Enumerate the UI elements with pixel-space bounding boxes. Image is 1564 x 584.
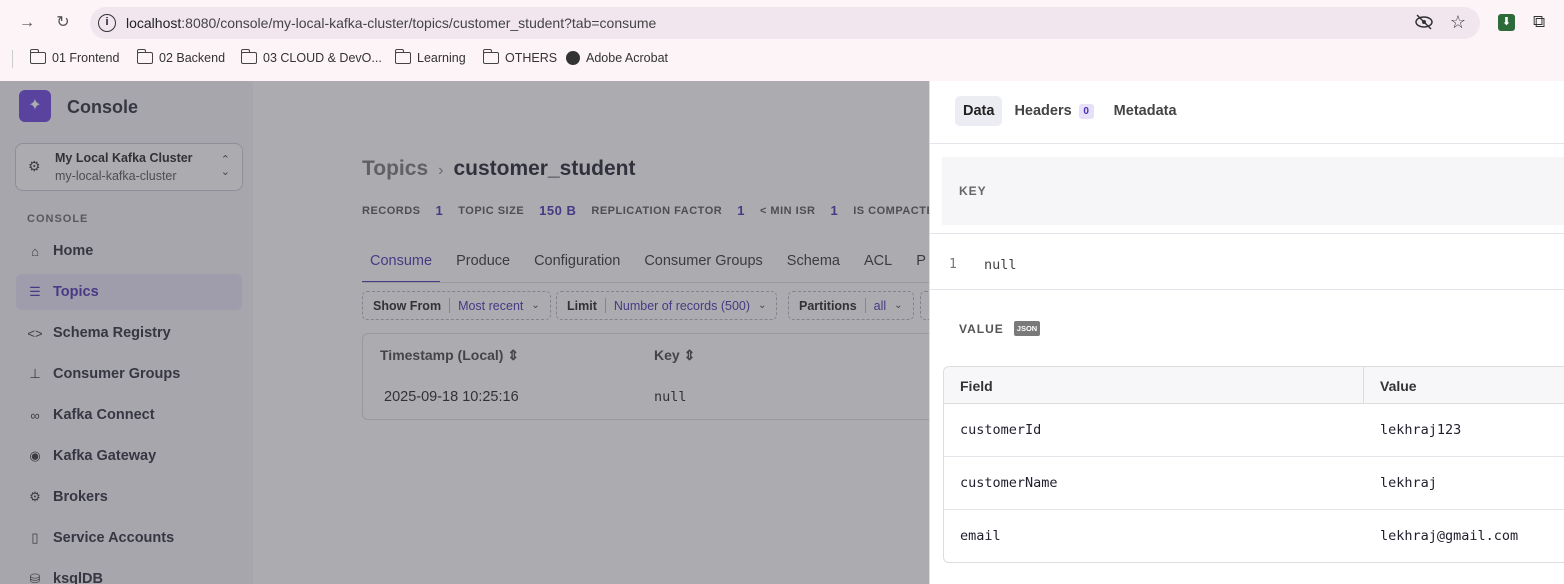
- column-header-field: Field: [960, 378, 993, 394]
- field-value: lekhraj@gmail.com: [1380, 528, 1519, 544]
- site-info-icon[interactable]: i: [98, 14, 116, 32]
- bookmarks-bar: 01 Frontend 02 Backend 03 CLOUD & DevO..…: [0, 48, 1564, 72]
- bookmark-label: Adobe Acrobat: [586, 51, 669, 65]
- extensions-icon[interactable]: ⧉: [1533, 12, 1545, 32]
- download-extension-icon[interactable]: ⬇: [1498, 14, 1515, 31]
- modal-overlay[interactable]: [0, 81, 929, 584]
- tab-metadata[interactable]: Metadata: [1106, 96, 1185, 126]
- bookmark-03-cloud[interactable]: 03 CLOUD & DevO...: [240, 49, 382, 65]
- table-row[interactable]: email lekhraj@gmail.com: [944, 510, 1564, 562]
- table-row[interactable]: customerName lekhraj: [944, 457, 1564, 510]
- bookmarks-divider: [12, 50, 13, 68]
- url-host: localhost: [126, 15, 182, 31]
- record-detail-drawer: Data Headers 0 Metadata KEY 1 null VALUE J…: [929, 81, 1564, 584]
- bookmark-label: 03 CLOUD & DevO...: [263, 51, 382, 65]
- bookmark-adobe-acrobat[interactable]: Adobe Acrobat: [566, 51, 668, 65]
- url-text[interactable]: localhost:8080/console/my-local-kafka-cl…: [126, 15, 656, 31]
- divider: [930, 143, 1564, 144]
- folder-icon: [240, 49, 257, 64]
- value-label: VALUE JSON: [959, 321, 1041, 336]
- tab-headers[interactable]: Headers 0: [1006, 96, 1101, 126]
- field-name: customerName: [960, 475, 1058, 491]
- key-value[interactable]: null: [984, 257, 1017, 273]
- bookmark-others[interactable]: OTHERS: [482, 49, 558, 65]
- key-section: KEY: [942, 157, 1564, 225]
- browser-toolbar: → ↻ i localhost:8080/console/my-local-ka…: [0, 0, 1564, 81]
- field-value: lekhraj123: [1380, 422, 1462, 438]
- bookmark-label: Learning: [417, 51, 466, 65]
- key-label: KEY: [959, 184, 987, 198]
- value-table: Field Value customerId lekhraj123 custom…: [943, 366, 1564, 563]
- bookmark-learning[interactable]: Learning: [394, 49, 466, 65]
- table-row[interactable]: customerId lekhraj123: [944, 404, 1564, 457]
- folder-icon: [394, 49, 411, 64]
- eye-off-icon[interactable]: [1414, 14, 1434, 32]
- folder-icon: [136, 49, 153, 64]
- field-value: lekhraj: [1380, 475, 1437, 491]
- folder-icon: [482, 49, 499, 64]
- divider: [930, 233, 1564, 234]
- globe-icon: [566, 51, 580, 65]
- bookmark-label: OTHERS: [505, 51, 558, 65]
- json-format-badge: JSON: [1013, 321, 1041, 336]
- headers-count-badge: 0: [1078, 103, 1094, 119]
- bookmark-label: 01 Frontend: [52, 51, 120, 65]
- forward-icon[interactable]: →: [16, 12, 38, 34]
- app: ✦ Console ⚙ My Local Kafka Cluster my-lo…: [0, 81, 1564, 584]
- bookmark-01-frontend[interactable]: 01 Frontend: [29, 49, 120, 65]
- value-table-header: Field Value: [944, 367, 1564, 404]
- divider: [930, 289, 1564, 290]
- field-name: email: [960, 528, 1001, 544]
- folder-icon: [29, 49, 46, 64]
- url-path: :8080/console/my-local-kafka-cluster/top…: [181, 15, 657, 31]
- tab-data[interactable]: Data: [955, 96, 1003, 126]
- bookmark-label: 02 Backend: [159, 51, 226, 65]
- bookmark-star-icon[interactable]: ☆: [1450, 12, 1466, 33]
- field-name: customerId: [960, 422, 1042, 438]
- address-bar[interactable]: i localhost:8080/console/my-local-kafka-…: [90, 7, 1480, 39]
- line-number: 1: [949, 257, 957, 272]
- reload-icon[interactable]: ↻: [52, 12, 74, 34]
- bookmark-02-backend[interactable]: 02 Backend: [136, 49, 226, 65]
- drawer-tabs: Data Headers 0 Metadata: [955, 96, 1189, 126]
- column-header-value: Value: [1380, 378, 1417, 394]
